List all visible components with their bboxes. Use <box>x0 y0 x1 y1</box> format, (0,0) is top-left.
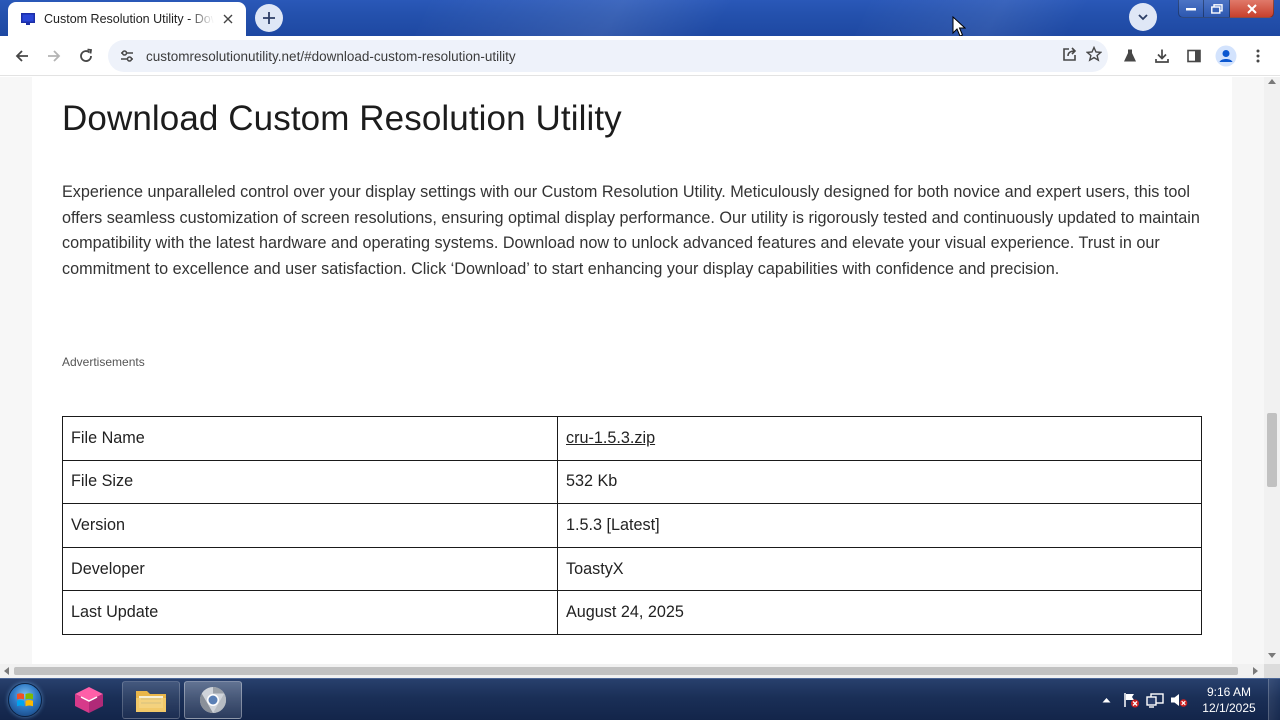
share-button[interactable] <box>1058 42 1082 66</box>
scroll-left-arrow-icon[interactable] <box>4 667 9 675</box>
page-description: Experience unparalleled control over you… <box>62 183 1200 278</box>
horizontal-scroll-thumb[interactable] <box>14 667 1238 675</box>
mouse-cursor-icon <box>952 16 966 37</box>
arrow-right-icon <box>48 50 61 62</box>
close-icon <box>1246 3 1257 14</box>
labs-icon <box>1124 49 1136 62</box>
chevron-down-icon <box>1138 14 1148 21</box>
download-icon <box>1155 49 1169 63</box>
tray-volume[interactable] <box>1168 679 1190 720</box>
titlebar-sheen <box>394 0 866 36</box>
scroll-right-arrow-icon[interactable] <box>1253 667 1258 675</box>
window-close-button[interactable] <box>1230 0 1274 18</box>
maximize-button[interactable] <box>1204 0 1230 18</box>
table-value: 532 Kb <box>557 459 1202 505</box>
tray-network[interactable] <box>1144 679 1166 720</box>
page-viewport: Download Custom Resolution Utility Exper… <box>0 77 1264 664</box>
clock-time: 9:16 AM <box>1206 685 1252 699</box>
downloads-button[interactable] <box>1149 43 1175 69</box>
action-center-flag-icon <box>1124 693 1139 708</box>
tab-title: Custom Resolution Utility - Download <box>44 12 214 26</box>
reload-button[interactable] <box>72 42 100 70</box>
share-icon <box>1063 47 1077 61</box>
table-key: File Size <box>62 459 558 505</box>
chrome-icon <box>199 686 227 714</box>
table-row: File Name cru-1.5.3.zip <box>62 416 1202 461</box>
tune-icon[interactable] <box>118 47 136 65</box>
tray-expand-icon <box>1102 698 1110 703</box>
bookmark-button[interactable] <box>1082 42 1106 66</box>
side-panel-button[interactable] <box>1181 43 1207 69</box>
clock-date: 12/1/2025 <box>1202 701 1256 715</box>
table-key: Version <box>62 503 558 548</box>
menu-button[interactable] <box>1245 43 1271 69</box>
table-row: Developer ToastyX <box>62 546 1202 592</box>
table-key: File Name <box>62 416 558 461</box>
windows-taskbar: 9:16 AM 12/1/2025 <box>0 678 1280 720</box>
browser-tab[interactable]: Custom Resolution Utility - Download <box>8 2 246 36</box>
table-key: Developer <box>62 546 558 592</box>
extensions-button[interactable] <box>1117 43 1143 69</box>
vertical-scroll-thumb[interactable] <box>1267 413 1277 487</box>
table-value: 1.5.3 [Latest] <box>557 503 1202 548</box>
reload-icon <box>80 48 93 62</box>
table-value: August 24, 2025 <box>557 590 1202 635</box>
file-download-link[interactable]: cru-1.5.3.zip <box>566 429 655 447</box>
forward-button[interactable] <box>40 42 68 70</box>
taskbar-app-cube[interactable] <box>60 681 118 719</box>
taskbar-clock[interactable]: 9:16 AM 12/1/2025 <box>1196 684 1262 716</box>
windows-start-icon <box>8 683 42 717</box>
app-cube-icon <box>75 687 103 713</box>
network-icon <box>1146 693 1164 708</box>
folder-icon <box>136 691 166 712</box>
close-icon[interactable] <box>220 11 236 27</box>
window-controls <box>1178 0 1274 20</box>
download-info-table: File Name cru-1.5.3.zip File Size 532 Kb… <box>62 416 1202 635</box>
taskbar-file-explorer[interactable] <box>122 681 180 719</box>
show-desktop-button[interactable] <box>1268 679 1280 720</box>
url-text[interactable]: customresolutionutility.net/#download-cu… <box>146 49 516 64</box>
new-tab-button[interactable] <box>255 4 283 32</box>
minimize-icon <box>1186 7 1196 10</box>
scroll-up-arrow-icon[interactable] <box>1268 79 1276 84</box>
monitor-icon <box>20 11 36 27</box>
content-card: Download Custom Resolution Utility Exper… <box>32 77 1232 664</box>
profile-icon <box>1215 45 1237 67</box>
plus-icon <box>263 12 275 24</box>
side-panel-icon <box>1187 49 1201 63</box>
table-value: cru-1.5.3.zip <box>557 416 1202 461</box>
maximize-icon <box>1210 3 1223 14</box>
table-value: ToastyX <box>557 546 1202 592</box>
page-title: Download Custom Resolution Utility <box>62 99 622 138</box>
table-key: Last Update <box>62 590 558 635</box>
star-icon <box>1086 46 1102 62</box>
scroll-down-arrow-icon[interactable] <box>1268 653 1276 658</box>
arrow-left-icon <box>15 50 28 62</box>
volume-muted-icon <box>1171 694 1188 707</box>
tray-expand-button[interactable] <box>1098 679 1114 720</box>
table-row: File Size 532 Kb <box>62 459 1202 505</box>
titlebar-sheen <box>834 0 1146 36</box>
tray-action-center[interactable] <box>1120 679 1142 720</box>
table-row: Last Update August 24, 2025 <box>62 590 1202 635</box>
table-row: Version 1.5.3 [Latest] <box>62 503 1202 548</box>
address-bar[interactable]: customresolutionutility.net/#download-cu… <box>108 40 1108 72</box>
tab-search-button[interactable] <box>1129 3 1157 31</box>
browser-toolbar: customresolutionutility.net/#download-cu… <box>0 36 1280 76</box>
minimize-button[interactable] <box>1178 0 1204 18</box>
profile-button[interactable] <box>1213 43 1239 69</box>
start-button[interactable] <box>4 680 46 720</box>
horizontal-scrollbar[interactable] <box>0 664 1264 678</box>
advertisements-label: Advertisements <box>62 355 145 369</box>
kebab-menu-icon <box>1256 49 1260 63</box>
browser-titlebar: Custom Resolution Utility - Download <box>0 0 1280 36</box>
back-button[interactable] <box>8 42 36 70</box>
scrollbar-corner <box>1264 664 1280 678</box>
taskbar-chrome[interactable] <box>184 681 242 719</box>
vertical-scrollbar[interactable] <box>1264 77 1280 664</box>
